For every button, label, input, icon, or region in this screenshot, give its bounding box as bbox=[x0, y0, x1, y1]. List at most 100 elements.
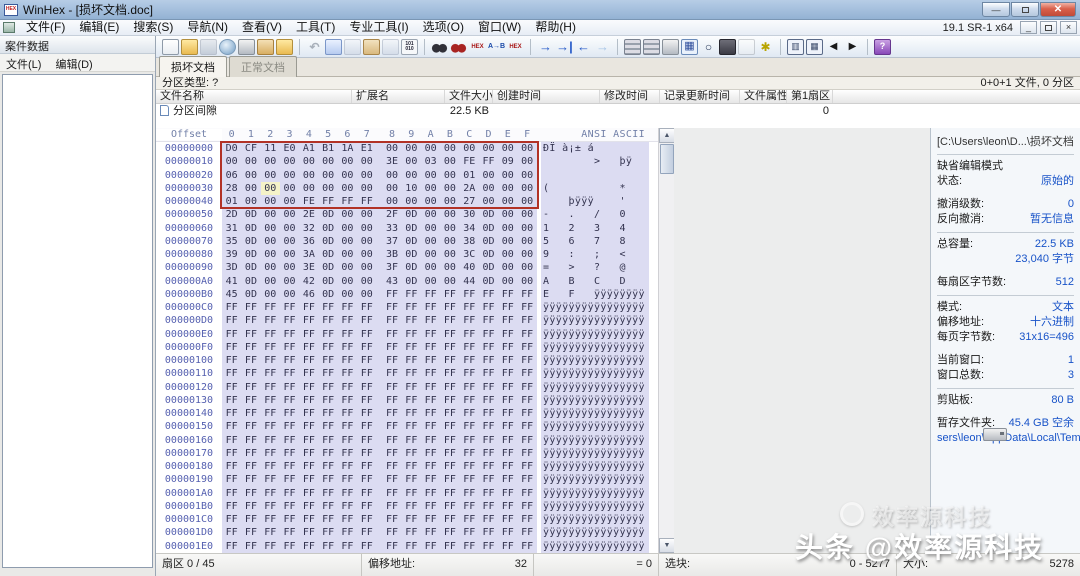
hex-byte[interactable]: FF bbox=[338, 460, 357, 473]
column-header[interactable]: 文件名称 bbox=[156, 90, 352, 103]
hex-byte[interactable]: FF bbox=[479, 500, 498, 513]
hex-byte[interactable]: FF bbox=[357, 473, 376, 486]
menu-item[interactable]: 文件(F) bbox=[19, 20, 72, 34]
hex-byte[interactable]: FF bbox=[222, 354, 241, 367]
hex-byte[interactable]: FF bbox=[299, 513, 318, 526]
hex-byte[interactable]: FF bbox=[338, 367, 357, 380]
hex-byte[interactable]: FF bbox=[498, 513, 517, 526]
hex-byte[interactable]: FF bbox=[402, 328, 421, 341]
hex-byte[interactable]: FF bbox=[280, 540, 299, 553]
hex-byte[interactable]: FF bbox=[280, 314, 299, 327]
ascii-text[interactable]: ÿÿÿÿÿÿÿÿÿÿÿÿÿÿÿÿ bbox=[541, 407, 649, 420]
hex-byte[interactable]: FF bbox=[479, 473, 498, 486]
hex-byte[interactable]: FF bbox=[318, 394, 337, 407]
hex-byte[interactable]: 00 bbox=[318, 155, 337, 168]
mdi-close-button[interactable]: × bbox=[1060, 21, 1077, 34]
ascii-text[interactable]: ÿÿÿÿÿÿÿÿÿÿÿÿÿÿÿÿ bbox=[541, 540, 649, 553]
hex-byte[interactable]: 00 bbox=[280, 155, 299, 168]
hex-byte[interactable]: 30 bbox=[460, 208, 479, 221]
hex-byte[interactable]: FF bbox=[382, 434, 401, 447]
hex-byte[interactable]: FF bbox=[421, 354, 440, 367]
hex-byte[interactable]: 00 bbox=[440, 235, 459, 248]
replace-hex-icon[interactable]: HEX bbox=[507, 39, 524, 55]
hex-byte[interactable]: 0D bbox=[241, 208, 260, 221]
case-menu-file[interactable]: 文件(L) bbox=[6, 56, 41, 69]
hex-byte[interactable]: 00 bbox=[357, 155, 376, 168]
ascii-text[interactable]: ÐÏ à¡± á bbox=[541, 142, 649, 155]
hex-byte[interactable]: FF bbox=[517, 394, 536, 407]
hex-byte[interactable]: 0D bbox=[318, 235, 337, 248]
forward-icon[interactable]: → bbox=[594, 39, 611, 55]
hex-byte[interactable]: FF bbox=[241, 381, 260, 394]
hex-byte[interactable]: FF bbox=[517, 407, 536, 420]
hex-byte[interactable]: 00 bbox=[318, 182, 337, 195]
hex-byte[interactable]: 2E bbox=[299, 208, 318, 221]
hex-byte[interactable]: FF bbox=[402, 407, 421, 420]
hex-byte[interactable]: 0D bbox=[318, 261, 337, 274]
hex-byte[interactable]: 00 bbox=[338, 248, 357, 261]
hex-byte[interactable]: 00 bbox=[299, 155, 318, 168]
hex-byte[interactable]: FF bbox=[402, 500, 421, 513]
hex-byte[interactable]: FF bbox=[479, 513, 498, 526]
hex-byte[interactable]: 00 bbox=[402, 155, 421, 168]
hex-byte[interactable]: FF bbox=[402, 394, 421, 407]
hex-byte[interactable]: 0D bbox=[402, 222, 421, 235]
hex-byte[interactable]: FF bbox=[261, 434, 280, 447]
ascii-text[interactable]: þÿÿÿ ' bbox=[541, 195, 649, 208]
hex-byte[interactable]: FF bbox=[440, 500, 459, 513]
scroll-up-button[interactable]: ▲ bbox=[659, 128, 675, 143]
hex-byte[interactable]: FF bbox=[357, 394, 376, 407]
hex-byte[interactable]: 42 bbox=[299, 275, 318, 288]
hex-byte[interactable]: FF bbox=[460, 473, 479, 486]
ascii-text[interactable]: ÿÿÿÿÿÿÿÿÿÿÿÿÿÿÿÿ bbox=[541, 513, 649, 526]
hex-byte[interactable]: FF bbox=[517, 301, 536, 314]
properties-icon[interactable] bbox=[257, 39, 274, 55]
hex-byte[interactable]: FF bbox=[421, 540, 440, 553]
restore-button[interactable] bbox=[1011, 2, 1039, 17]
hex-byte[interactable]: FF bbox=[382, 526, 401, 539]
hex-byte[interactable]: 00 bbox=[498, 169, 517, 182]
ascii-text[interactable]: ÿÿÿÿÿÿÿÿÿÿÿÿÿÿÿÿ bbox=[541, 526, 649, 539]
hex-editor[interactable]: Offset 0123456789ABCDEF ANSI ASCII 00000… bbox=[156, 128, 674, 553]
goto-offset-icon[interactable]: → bbox=[537, 39, 554, 55]
hex-byte[interactable]: 00 bbox=[517, 261, 536, 274]
hex-byte[interactable]: FF bbox=[498, 314, 517, 327]
hex-byte[interactable]: FF bbox=[440, 513, 459, 526]
hex-byte[interactable]: 00 bbox=[357, 248, 376, 261]
hex-byte[interactable]: FF bbox=[498, 328, 517, 341]
hex-byte[interactable]: FF bbox=[498, 540, 517, 553]
hex-byte[interactable]: FF bbox=[280, 381, 299, 394]
hex-byte[interactable]: 00 bbox=[338, 261, 357, 274]
hex-byte[interactable]: FF bbox=[402, 288, 421, 301]
hex-byte[interactable]: FF bbox=[498, 500, 517, 513]
hex-byte[interactable]: FF bbox=[299, 434, 318, 447]
hex-byte[interactable]: 0D bbox=[402, 235, 421, 248]
hex-byte[interactable]: FF bbox=[318, 460, 337, 473]
hex-byte[interactable]: FF bbox=[382, 301, 401, 314]
column-header[interactable]: 文件属性 bbox=[740, 90, 787, 103]
hex-byte[interactable]: 00 bbox=[382, 182, 401, 195]
mdi-restore-button[interactable] bbox=[1040, 21, 1057, 34]
hex-byte[interactable]: FF bbox=[517, 367, 536, 380]
hex-byte[interactable]: 00 bbox=[440, 208, 459, 221]
hex-byte[interactable]: FF bbox=[402, 460, 421, 473]
hex-byte[interactable]: 00 bbox=[498, 142, 517, 155]
binary-convert-icon[interactable]: 101 010 bbox=[401, 39, 418, 55]
menu-item[interactable]: 工具(T) bbox=[289, 20, 342, 34]
hex-byte[interactable]: 00 bbox=[498, 195, 517, 208]
hex-byte[interactable]: FF bbox=[402, 526, 421, 539]
hex-byte[interactable]: FF bbox=[421, 420, 440, 433]
hex-byte[interactable]: FF bbox=[318, 381, 337, 394]
hex-byte[interactable]: FF bbox=[382, 407, 401, 420]
hex-byte[interactable]: 0D bbox=[479, 261, 498, 274]
hex-byte[interactable]: FF bbox=[498, 447, 517, 460]
hex-byte[interactable]: FF bbox=[299, 314, 318, 327]
hex-byte[interactable]: 00 bbox=[299, 169, 318, 182]
new-file-icon[interactable] bbox=[162, 39, 179, 55]
hex-byte[interactable]: FF bbox=[382, 328, 401, 341]
hex-byte[interactable]: 00 bbox=[517, 235, 536, 248]
hex-byte[interactable]: 3B bbox=[382, 248, 401, 261]
hex-byte[interactable]: FF bbox=[440, 381, 459, 394]
menu-item[interactable]: 帮助(H) bbox=[528, 20, 583, 34]
hex-byte[interactable]: 3C bbox=[460, 248, 479, 261]
